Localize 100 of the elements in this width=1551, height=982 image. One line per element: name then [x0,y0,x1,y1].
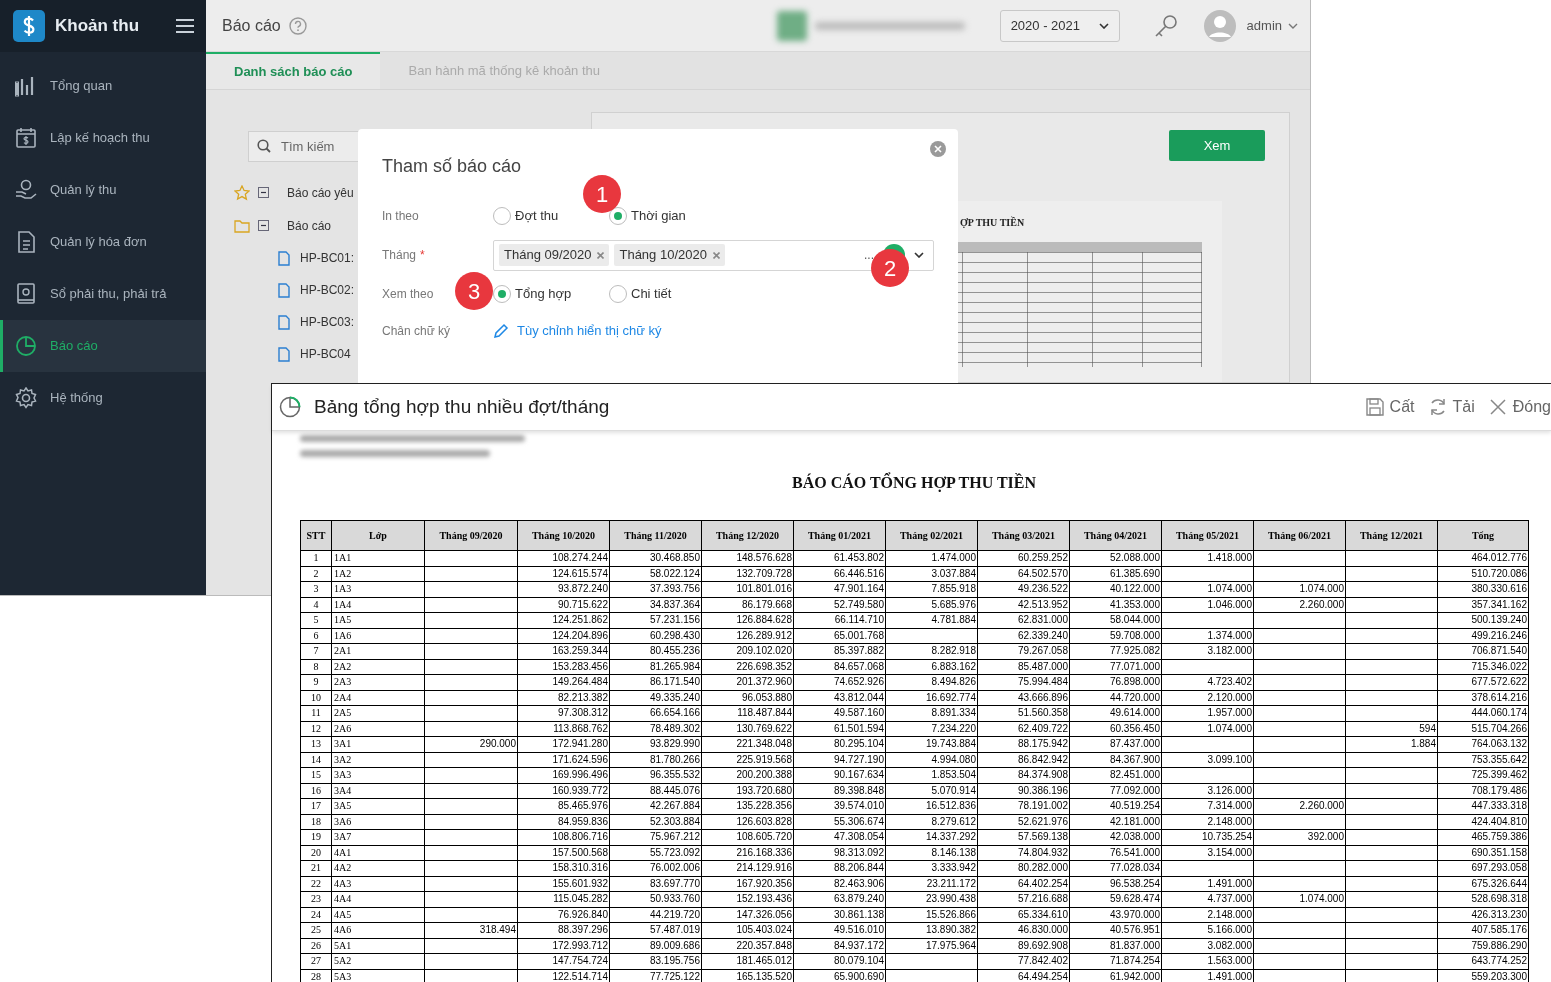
table-cell: 172.941.280 [517,736,610,752]
table-cell: 2.260.000 [1253,597,1346,613]
table-cell: 132.709.728 [701,566,794,582]
table-cell: 84.959.836 [517,814,610,830]
table-cell: 44.219.720 [609,907,702,923]
table-cell: 81.780.266 [609,752,702,768]
remove-icon [597,251,605,259]
column-header: Lớp [331,520,425,551]
year-select[interactable]: 2020 - 2021 [999,9,1120,42]
table-cell: 675.326.644 [1437,876,1529,892]
sidebar-item[interactable]: Tổng quan [0,60,206,112]
file-icon [278,314,290,330]
table-cell: 89.398.848 [793,783,886,799]
table-cell: 15 [300,767,332,783]
table-cell: 1A1 [331,550,425,566]
table-cell: 499.216.246 [1437,628,1529,644]
table-cell: 42.181.000 [1069,814,1162,830]
table-cell: 220.357.848 [701,938,794,954]
tree-item[interactable]: Báo cáo yêu [287,183,354,202]
table-cell: 66.114.710 [793,612,886,628]
table-cell: 18 [300,814,332,830]
table-cell: 1.418.000 [1161,550,1254,566]
table-cell: 88.397.296 [517,922,610,938]
required-mark: * [420,247,425,264]
user-name[interactable]: admin [1246,15,1282,36]
toolbar-button[interactable]: Tải [1428,395,1475,419]
table-cell: 424.404.810 [1437,814,1529,830]
sidebar-item[interactable]: Quản lý hóa đơn [0,216,206,268]
table-cell: 96.355.532 [609,767,702,783]
table-cell: 34.837.364 [609,597,702,613]
radio-option[interactable]: Chi tiết [609,284,725,304]
tree-item[interactable]: HP-BC02: [300,281,355,299]
table-cell: 62.339.240 [977,628,1070,644]
table-cell: 108.605.720 [701,829,794,845]
table-cell: 47.308.054 [793,829,886,845]
table-cell: 2A3 [331,674,425,690]
table-cell: 209.102.020 [701,643,794,659]
table-cell: 378.614.216 [1437,690,1529,706]
sidebar-item[interactable]: Sổ phải thu, phải trả [0,268,206,320]
settings-icon [15,387,37,409]
table-cell: 447.333.318 [1437,798,1529,814]
table-cell: 52.088.000 [1069,550,1162,566]
table-cell: 76.541.000 [1069,845,1162,861]
folder-icon [234,218,250,233]
tree-item[interactable]: HP-BC03: [300,313,355,331]
table-cell: 118.487.844 [701,705,794,721]
table-cell: 81.265.984 [609,659,702,675]
toolbar-button[interactable]: Cất [1365,395,1415,419]
table-cell: 9 [300,674,332,690]
table-cell: 8.282.918 [885,643,978,659]
table-cell: 17.975.964 [885,938,978,954]
table-cell: 88.445.076 [609,783,702,799]
table-cell: 77.028.034 [1069,860,1162,876]
table-cell: 200.200.388 [701,767,794,783]
table-cell: 697.293.058 [1437,860,1529,876]
sidebar-item[interactable]: Lập kế hoạch thu [0,112,206,164]
table-cell: 97.308.312 [517,705,610,721]
tree-item[interactable]: HP-BC04 [300,345,351,363]
table-cell: 43.666.896 [977,690,1070,706]
table-cell: 226.698.352 [701,659,794,675]
table-cell: 3A6 [331,814,425,830]
sidebar-item[interactable]: Hệ thống [0,372,206,424]
table-cell: 2A5 [331,705,425,721]
view-button[interactable]: Xem [1169,130,1265,161]
table-cell: 4A6 [331,922,425,938]
table-cell: 79.267.058 [977,643,1070,659]
tree-item[interactable]: HP-BC01: [300,249,355,267]
table-cell: 42.038.000 [1069,829,1162,845]
column-header: STT [300,520,332,551]
table-cell: 78.191.002 [977,798,1070,814]
table-cell: 2.120.000 [1161,690,1254,706]
table-cell: 105.403.024 [701,922,794,938]
table-cell: 46.830.000 [977,922,1070,938]
signature-link[interactable]: Tùy chỉnh hiển thị chữ ký [493,321,662,341]
table-cell: 147.326.056 [701,907,794,923]
table-cell: 510.720.086 [1437,566,1529,582]
collapse-icon[interactable] [258,220,269,231]
file-icon [278,282,290,298]
table-cell: 1.074.000 [1253,581,1346,597]
toolbar-button[interactable]: Đóng [1488,395,1551,419]
table-cell: 66.654.166 [609,705,702,721]
table-cell: 17 [300,798,332,814]
table-cell: 30.468.850 [609,550,702,566]
table-cell: 643.774.252 [1437,953,1529,969]
column-header: Tháng 11/2020 [609,520,702,551]
table-cell: 1.491.000 [1161,876,1254,892]
tree-item[interactable]: Báo cáo [287,216,332,235]
sidebar-item[interactable]: Quản lý thu [0,164,206,216]
table-cell: 49.516.010 [793,922,886,938]
table-cell: 77.842.402 [977,953,1070,969]
table-cell: 58.044.000 [1069,612,1162,628]
table-cell: 61.385.690 [1069,566,1162,582]
table-cell: 7.855.918 [885,581,978,597]
table-cell: 44.720.000 [1069,690,1162,706]
radio-option[interactable]: Tổng hợp [493,284,609,304]
table-cell: 89.692.908 [977,938,1070,954]
table-cell: 160.939.772 [517,783,610,799]
sidebar-item[interactable]: Báo cáo [0,320,206,372]
collapse-icon[interactable] [258,187,269,198]
table-cell: 147.754.724 [517,953,610,969]
